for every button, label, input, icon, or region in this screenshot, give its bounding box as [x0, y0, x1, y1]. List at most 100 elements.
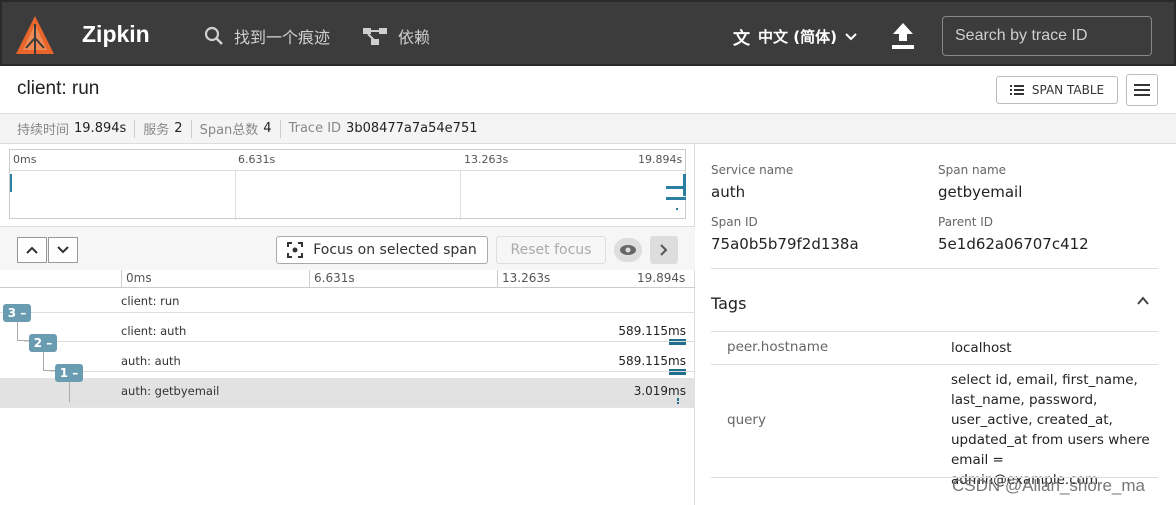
- tag-value-line: user_active, created_at,: [951, 412, 1113, 428]
- span-row-duration: 589.115ms: [618, 354, 686, 368]
- span-id-label: Span ID: [711, 215, 758, 229]
- services-label: 服务: [143, 123, 170, 138]
- center-focus-icon: [287, 242, 304, 258]
- chevron-up-icon[interactable]: [1136, 294, 1150, 308]
- page-title: client: run: [17, 78, 100, 99]
- tags-title: Tags: [711, 294, 747, 313]
- search-icon: [204, 26, 223, 45]
- minimap-span-bar: [676, 208, 678, 210]
- tree-connector: [43, 352, 44, 370]
- language-selector[interactable]: 文 中文 (简体): [733, 24, 857, 49]
- span-row-label: client: auth: [121, 324, 187, 338]
- tag-value-line: last_name, password,: [951, 392, 1098, 408]
- divider: [711, 268, 1158, 269]
- tag-key: query: [727, 412, 766, 428]
- chevron-right-icon: [660, 244, 668, 256]
- nav-dependencies[interactable]: 依赖: [362, 24, 430, 48]
- nav-deps-label: 依赖: [398, 28, 431, 47]
- next-span-button[interactable]: [48, 237, 78, 263]
- minimap-axis: [10, 170, 685, 171]
- hamburger-icon: [1134, 84, 1150, 96]
- row-separator: [24, 341, 694, 342]
- minimap-tick: 19.894s: [638, 153, 683, 166]
- span-bar: [669, 369, 686, 375]
- tree-connector: [69, 382, 70, 402]
- trace-id-search-input[interactable]: Search by trace ID: [942, 16, 1152, 56]
- menu-button[interactable]: [1126, 74, 1158, 106]
- duration-label: 持续时间: [17, 123, 70, 138]
- tag-value-line: updated_at from users where: [951, 432, 1150, 448]
- reset-focus-button[interactable]: Reset focus: [496, 236, 606, 264]
- tag-key: peer.hostname: [727, 339, 829, 355]
- spans-value: 4: [263, 121, 272, 136]
- span-row-label: auth: auth: [121, 354, 181, 368]
- expand-panel-button[interactable]: [650, 236, 678, 264]
- minimap-gridline: [460, 170, 461, 220]
- nav-find-label: 找到一个痕迹: [234, 28, 331, 47]
- trace-minimap[interactable]: 0ms 6.631s 13.263s 19.894s: [9, 149, 686, 220]
- span-row-selected[interactable]: auth: getbyemail 3.019ms: [0, 378, 695, 408]
- span-id-value: 75a0b5b79f2d138a: [711, 235, 859, 253]
- tag-value: localhost: [951, 340, 1012, 356]
- axis-gridline: [121, 270, 122, 288]
- minimap-span-bar: [683, 174, 686, 196]
- chevron-up-icon: [26, 246, 38, 254]
- span-row[interactable]: client: run: [0, 288, 695, 318]
- spans-label: Span总数: [199, 123, 259, 138]
- zipkin-logo-icon[interactable]: [14, 14, 56, 56]
- span-row[interactable]: client: auth 589.115ms: [0, 318, 695, 348]
- span-detail-panel: Service name auth Span name getbyemail S…: [696, 144, 1176, 505]
- tag-value-line: select id, email, first_name,: [951, 372, 1138, 388]
- nav-find-trace[interactable]: 找到一个痕迹: [204, 24, 330, 48]
- timeline-toolbar: Focus on selected span Reset focus: [0, 226, 695, 270]
- focus-selected-span-button[interactable]: Focus on selected span: [276, 236, 488, 264]
- focus-label: Focus on selected span: [313, 242, 477, 258]
- toggle-visibility-button[interactable]: [614, 238, 642, 262]
- row-separator: [50, 371, 694, 372]
- span-name-value: getbyemail: [938, 183, 1023, 201]
- span-row-duration: 589.115ms: [618, 324, 686, 338]
- span-name-label: Span name: [938, 163, 1007, 177]
- span-row-label: client: run: [121, 294, 180, 308]
- timeline-axis: 0ms 6.631s 13.263s 19.894s: [0, 270, 695, 288]
- minimap-span-bar: [10, 174, 12, 192]
- dependencies-icon: [363, 28, 387, 45]
- collapse-badge[interactable]: 3 –: [3, 304, 31, 322]
- span-bar: [669, 339, 686, 345]
- axis-tick: 0ms: [126, 271, 152, 285]
- list-icon: [1009, 85, 1024, 95]
- minimap-tick: 13.263s: [464, 153, 509, 166]
- watermark: CSDN @Allan_shore_ma: [952, 476, 1146, 495]
- axis-tick: 13.263s: [502, 271, 551, 285]
- axis-tick: 6.631s: [314, 271, 355, 285]
- span-row-duration: 3.019ms: [633, 384, 686, 398]
- divider: [279, 119, 281, 138]
- traceid-label: Trace ID: [288, 121, 342, 136]
- parent-id-value: 5e1d62a06707c412: [938, 235, 1089, 253]
- upload-icon[interactable]: [890, 22, 916, 50]
- brand-name[interactable]: Zipkin: [82, 21, 150, 48]
- chevron-down-icon: [57, 246, 69, 254]
- axis-gridline: [497, 270, 498, 288]
- divider: [190, 119, 192, 138]
- divider: [134, 119, 136, 138]
- divider: [711, 331, 1158, 332]
- service-name-value: auth: [711, 183, 746, 201]
- axis-tick: 19.894s: [637, 271, 686, 285]
- previous-span-button[interactable]: [17, 237, 47, 263]
- minimap-gridline: [235, 170, 236, 220]
- service-name-label: Service name: [711, 163, 794, 177]
- duration-value: 19.894s: [74, 121, 127, 136]
- tag-value: select id, email, first_name, last_name,…: [951, 370, 1151, 490]
- divider: [711, 364, 1158, 365]
- trace-stats-bar: 持续时间 19.894s 服务 2 Span总数 4 Trace ID 3b08…: [0, 114, 1176, 144]
- collapse-badge[interactable]: 2 –: [29, 334, 57, 352]
- span-table-button[interactable]: SPAN TABLE: [996, 76, 1118, 104]
- eye-icon: [620, 245, 636, 255]
- translate-icon: 文: [733, 29, 750, 49]
- collapse-badge[interactable]: 1 –: [55, 364, 83, 382]
- language-label: 中文 (简体): [758, 28, 837, 46]
- timeline-panel: 0ms 6.631s 13.263s 19.894s Focus on sele…: [0, 144, 695, 505]
- span-row[interactable]: auth: auth 589.115ms: [0, 348, 695, 378]
- services-value: 2: [174, 121, 183, 136]
